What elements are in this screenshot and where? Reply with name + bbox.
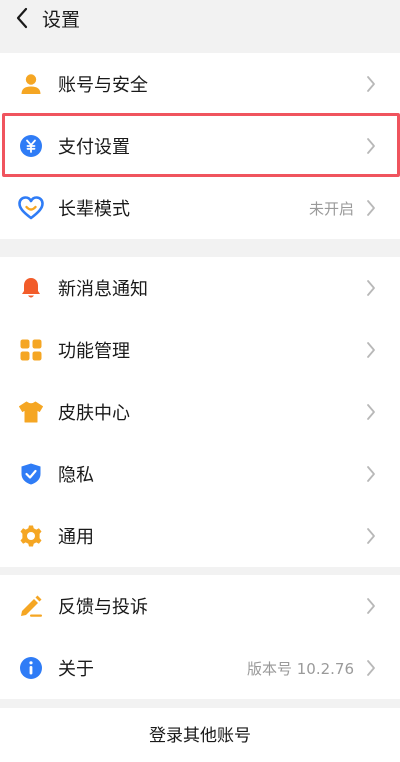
row-payment-settings[interactable]: 支付设置 xyxy=(0,115,400,177)
settings-group-about: 反馈与投诉 关于 版本号 10.2.76 xyxy=(0,575,400,699)
row-account-security[interactable]: 账号与安全 xyxy=(0,53,400,115)
chevron-right-icon xyxy=(364,198,378,218)
row-value: 未开启 xyxy=(308,199,354,218)
heart-face-icon xyxy=(18,195,44,221)
row-value: 版本号 10.2.76 xyxy=(246,659,354,678)
login-other-account-label: 登录其他账号 xyxy=(149,725,251,746)
page-title: 设置 xyxy=(42,8,81,31)
row-feedback-complaints[interactable]: 反馈与投诉 xyxy=(0,575,400,637)
grid-icon xyxy=(18,337,44,363)
settings-group-account: 账号与安全 支付设置 长辈模式 未开启 xyxy=(0,53,400,239)
info-icon xyxy=(18,655,44,681)
chevron-right-icon xyxy=(364,464,378,484)
row-label: 新消息通知 xyxy=(58,279,148,300)
chevron-right-icon xyxy=(364,74,378,94)
gear-icon xyxy=(18,523,44,549)
chevron-right-icon xyxy=(364,596,378,616)
row-label: 隐私 xyxy=(58,465,94,486)
chevron-right-icon xyxy=(364,526,378,546)
login-other-account-button[interactable]: 登录其他账号 xyxy=(0,708,400,762)
row-label: 账号与安全 xyxy=(58,75,148,96)
back-button[interactable] xyxy=(2,0,42,43)
pen-icon xyxy=(18,593,44,619)
person-icon xyxy=(18,71,44,97)
yuan-icon xyxy=(18,133,44,159)
row-label: 皮肤中心 xyxy=(58,403,130,424)
row-about[interactable]: 关于 版本号 10.2.76 xyxy=(0,637,400,699)
chevron-right-icon xyxy=(364,658,378,678)
chevron-left-icon xyxy=(16,7,28,29)
row-label: 长辈模式 xyxy=(58,199,130,220)
shield-check-icon xyxy=(18,461,44,487)
row-label: 通用 xyxy=(58,527,94,548)
chevron-right-icon xyxy=(364,402,378,422)
row-general[interactable]: 通用 xyxy=(0,505,400,567)
row-skin-center[interactable]: 皮肤中心 xyxy=(0,381,400,443)
tshirt-icon xyxy=(18,399,44,425)
settings-group-general: 新消息通知 功能管理 皮肤中心 隐私 通用 xyxy=(0,257,400,567)
chevron-right-icon xyxy=(364,340,378,360)
top-bar: 设置 xyxy=(0,0,400,50)
row-label: 支付设置 xyxy=(58,137,130,158)
row-elder-mode[interactable]: 长辈模式 未开启 xyxy=(0,177,400,239)
row-new-message-notification[interactable]: 新消息通知 xyxy=(0,257,400,319)
bell-icon xyxy=(18,275,44,301)
row-feature-management[interactable]: 功能管理 xyxy=(0,319,400,381)
chevron-right-icon xyxy=(364,136,378,156)
row-privacy[interactable]: 隐私 xyxy=(0,443,400,505)
row-label: 功能管理 xyxy=(58,341,130,362)
chevron-right-icon xyxy=(364,278,378,298)
row-label: 关于 xyxy=(58,659,94,680)
row-label: 反馈与投诉 xyxy=(58,597,148,618)
